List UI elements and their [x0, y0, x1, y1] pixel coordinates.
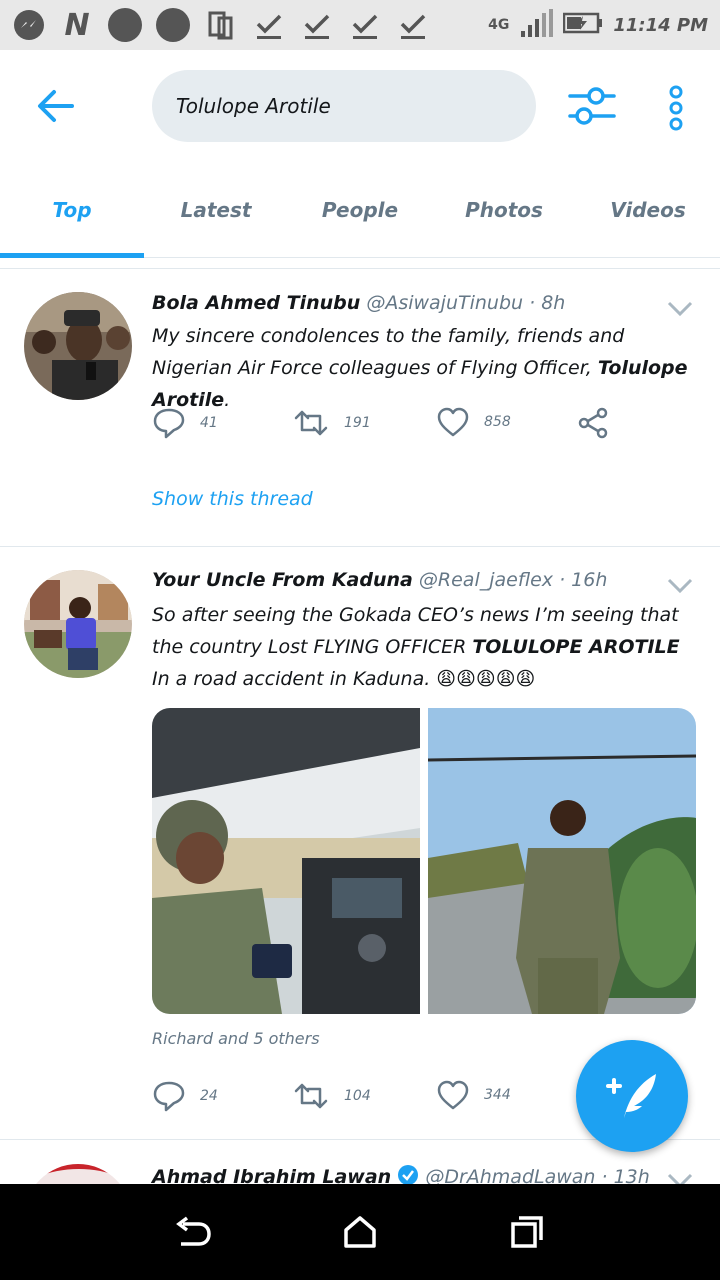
search-query: Tolulope Arotile — [176, 94, 331, 118]
download-done-icon — [300, 8, 334, 42]
reply-icon — [153, 1081, 185, 1112]
chevron-down-icon — [667, 578, 693, 594]
copy-icon — [204, 8, 238, 42]
chevron-down-icon — [667, 1173, 693, 1184]
search-tabs: Top Latest People Photos Videos — [0, 162, 720, 258]
tweet-time: · 16h — [559, 569, 608, 591]
like-count: 858 — [484, 414, 511, 430]
notification-circle-icon — [108, 8, 142, 42]
sliders-icon — [568, 87, 616, 125]
arrow-left-icon — [38, 90, 74, 122]
chevron-down-icon — [667, 301, 693, 317]
user-name[interactable]: Ahmad Ibrahim Lawan — [152, 1166, 391, 1184]
undo-back-icon — [176, 1216, 212, 1246]
tweet-media[interactable] — [152, 708, 696, 1014]
user-handle[interactable]: @AsiwajuTinubu — [366, 292, 523, 314]
signal-icon — [519, 9, 554, 41]
status-time: 11:14 PM — [613, 14, 708, 36]
retweet-button[interactable]: 104 — [292, 1079, 371, 1113]
tab-top[interactable]: Top — [0, 162, 144, 258]
nav-home-button[interactable] — [330, 1202, 390, 1262]
tweet-header: Your Uncle From Kaduna @Real_jaeflex · 1… — [152, 569, 607, 591]
retweet-button[interactable]: 191 — [292, 406, 371, 440]
tweet-menu-button[interactable] — [666, 300, 694, 318]
battery-charging-icon — [563, 12, 603, 38]
user-handle[interactable]: @Real_jaeflex — [419, 569, 553, 591]
tweet-time: · 8h — [529, 292, 566, 314]
photo-cockpit[interactable] — [152, 708, 420, 1014]
avatar[interactable] — [24, 292, 132, 400]
tab-people[interactable]: People — [288, 162, 432, 257]
tweet-actions: 24 104 344 — [152, 1079, 622, 1119]
nav-recents-button[interactable] — [497, 1202, 557, 1262]
tweet-text-part: My sincere condolences to the family, fr… — [152, 325, 625, 379]
more-options-button[interactable] — [664, 84, 688, 132]
download-done-icon — [348, 8, 382, 42]
tweet-text: So after seeing the Gokada CEO’s news I’… — [152, 599, 692, 695]
user-name[interactable]: Your Uncle From Kaduna — [152, 569, 413, 591]
reply-button[interactable]: 24 — [152, 1079, 218, 1113]
avatar[interactable] — [24, 570, 132, 678]
search-input[interactable]: Tolulope Arotile — [152, 70, 536, 142]
liked-by-text[interactable]: Richard and 5 others — [152, 1029, 320, 1048]
tweet-time: · 13h — [601, 1166, 650, 1184]
user-name[interactable]: Bola Ahmed Tinubu — [152, 292, 360, 314]
nav-back-button[interactable] — [163, 1202, 223, 1262]
search-highlight: TOLULOPE AROTILE — [472, 636, 680, 658]
photo-pilot[interactable] — [428, 708, 696, 1014]
like-button[interactable]: 344 — [436, 1079, 511, 1111]
more-vertical-icon — [669, 85, 683, 131]
user-handle[interactable]: @DrAhmadLawan — [425, 1166, 595, 1184]
tab-photos[interactable]: Photos — [432, 162, 576, 257]
tab-latest[interactable]: Latest — [144, 162, 288, 257]
reply-button[interactable]: 41 — [152, 406, 218, 440]
back-button[interactable] — [32, 86, 80, 126]
share-icon — [578, 407, 608, 439]
notification-circle-icon — [156, 8, 190, 42]
system-navigation-bar — [0, 1184, 720, 1280]
tab-videos[interactable]: Videos — [576, 162, 720, 257]
compose-feather-icon — [606, 1074, 656, 1118]
reply-count: 24 — [200, 1088, 218, 1104]
messenger-icon — [12, 8, 46, 42]
download-done-icon — [396, 8, 430, 42]
tweet-menu-button[interactable] — [666, 577, 694, 595]
compose-tweet-button[interactable] — [576, 1040, 688, 1152]
like-count: 344 — [484, 1087, 511, 1103]
tweet-actions: 41 191 858 — [152, 406, 622, 446]
share-button[interactable] — [576, 406, 610, 440]
home-icon — [344, 1216, 376, 1248]
verified-badge-icon — [398, 1165, 419, 1184]
reply-icon — [153, 408, 185, 439]
status-bar: N 4G 11:14 PM — [0, 0, 720, 50]
tweet-header: Bola Ahmed Tinubu @AsiwajuTinubu · 8h — [152, 292, 565, 314]
n-app-icon: N — [64, 7, 90, 43]
avatar[interactable] — [24, 1164, 132, 1184]
retweet-icon — [294, 410, 328, 436]
tweet-text-part: In a road accident in Kaduna. 😩😩😩😩😩 — [152, 668, 536, 690]
heart-icon — [437, 1080, 469, 1110]
show-thread-link[interactable]: Show this thread — [152, 488, 313, 510]
reply-count: 41 — [200, 415, 218, 431]
tweet-menu-button[interactable] — [666, 1172, 694, 1184]
tweet-header: Ahmad Ibrahim Lawan @DrAhmadLawan · 13h — [152, 1164, 650, 1184]
search-filter-button[interactable] — [566, 84, 618, 128]
retweet-count: 104 — [344, 1088, 371, 1104]
retweet-icon — [294, 1083, 328, 1109]
search-header: Tolulope Arotile — [0, 50, 720, 162]
tweet-text: My sincere condolences to the family, fr… — [152, 320, 692, 416]
recents-icon — [510, 1216, 543, 1248]
heart-icon — [437, 407, 469, 437]
network-type-indicator: 4G — [488, 17, 510, 33]
divider — [0, 268, 720, 269]
retweet-count: 191 — [344, 415, 371, 431]
download-done-icon — [252, 8, 286, 42]
like-button[interactable]: 858 — [436, 406, 511, 438]
tweet[interactable]: Bola Ahmed Tinubu @AsiwajuTinubu · 8h My… — [0, 270, 720, 546]
